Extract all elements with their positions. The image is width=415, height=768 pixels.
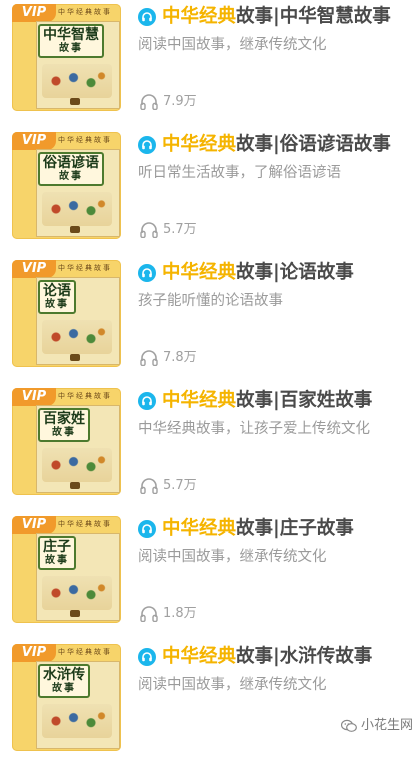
list-item[interactable]: VIP 中华经典故事 水浒传 故事 中华经典故事|水浒传故事 阅读中国故事，继承… (0, 640, 415, 768)
wechat-icon (341, 719, 357, 732)
item-title-brand: 中华经典 (162, 134, 237, 155)
cover-illustration (42, 192, 112, 226)
play-circle-icon[interactable] (138, 8, 156, 26)
item-title-brand: 中华经典 (162, 390, 237, 411)
item-title-brand: 中华经典 (162, 6, 237, 27)
item-title-rest: 故事|俗语谚语故事 (236, 134, 391, 155)
item-title[interactable]: 中华经典故事|俗语谚语故事 (162, 132, 391, 158)
book-cover[interactable]: VIP 中华经典故事 庄子 故事 (12, 516, 121, 623)
cover-title: 庄子 故事 (38, 536, 76, 570)
item-title-rest: 故事|庄子故事 (236, 518, 354, 539)
headphones-icon (140, 222, 158, 238)
cover-subtitle-text: 故事 (59, 43, 83, 54)
headphones-icon (140, 350, 158, 366)
cover-illustration (42, 704, 112, 738)
item-description: 阅读中国故事，继承传统文化 (138, 549, 327, 565)
watermark-text: 小花生网 (361, 718, 414, 733)
play-count-text: 7.8万 (163, 350, 197, 365)
item-title[interactable]: 中华经典故事|中华智慧故事 (162, 4, 391, 30)
item-title-rest: 故事|百家姓故事 (236, 390, 373, 411)
publisher-logo (70, 482, 80, 489)
cover-subtitle-text: 故事 (52, 427, 76, 438)
cover-subtitle-text: 故事 (52, 683, 76, 694)
list-item[interactable]: VIP 中华经典故事 俗语谚语 故事 中华经典故事|俗语谚语故事 听日常生活故事… (0, 128, 415, 256)
list-item[interactable]: VIP 中华经典故事 中华智慧 故事 中华经典故事|中华智慧故事 阅读中国故事，… (0, 0, 415, 128)
cover-series-text: 中华经典故事 (58, 8, 112, 16)
item-title-brand: 中华经典 (162, 518, 237, 539)
item-title[interactable]: 中华经典故事|庄子故事 (162, 516, 354, 542)
play-count-text: 7.9万 (163, 94, 197, 109)
item-title[interactable]: 中华经典故事|论语故事 (162, 260, 354, 286)
cover-illustration (42, 64, 112, 98)
item-description: 阅读中国故事，继承传统文化 (138, 677, 327, 693)
play-circle-icon[interactable] (138, 392, 156, 410)
vip-badge: VIP (12, 644, 56, 662)
play-count-text: 5.7万 (163, 478, 197, 493)
play-circle-icon[interactable] (138, 648, 156, 666)
item-title[interactable]: 中华经典故事|百家姓故事 (162, 388, 372, 414)
cover-series-text: 中华经典故事 (58, 264, 112, 272)
publisher-logo (70, 98, 80, 105)
item-description: 听日常生活故事，了解俗语谚语 (138, 165, 341, 181)
cover-title: 俗语谚语 故事 (38, 152, 104, 186)
cover-title: 中华智慧 故事 (38, 24, 104, 58)
publisher-logo (70, 354, 80, 361)
vip-badge: VIP (12, 516, 56, 534)
play-circle-icon[interactable] (138, 520, 156, 538)
headphones-icon (140, 94, 158, 110)
cover-illustration (42, 320, 112, 354)
cover-series-text: 中华经典故事 (58, 392, 112, 400)
list-item[interactable]: VIP 中华经典故事 庄子 故事 中华经典故事|庄子故事 阅读中国故事，继承传统… (0, 512, 415, 640)
cover-title-text: 中华智慧 (43, 27, 99, 43)
book-cover[interactable]: VIP 中华经典故事 论语 故事 (12, 260, 121, 367)
cover-series-text: 中华经典故事 (58, 136, 112, 144)
publisher-logo (70, 226, 80, 233)
cover-illustration (42, 576, 112, 610)
item-title-brand: 中华经典 (162, 646, 237, 667)
headphones-icon (140, 478, 158, 494)
cover-title-text: 庄子 (43, 539, 71, 555)
cover-subtitle-text: 故事 (59, 171, 83, 182)
cover-title: 论语 故事 (38, 280, 76, 314)
publisher-logo (70, 610, 80, 617)
vip-badge: VIP (12, 132, 56, 150)
book-cover[interactable]: VIP 中华经典故事 百家姓 故事 (12, 388, 121, 495)
cover-title: 水浒传 故事 (38, 664, 90, 698)
item-description: 中华经典故事，让孩子爱上传统文化 (138, 421, 370, 437)
vip-badge: VIP (12, 388, 56, 406)
vip-badge: VIP (12, 4, 56, 22)
item-title[interactable]: 中华经典故事|水浒传故事 (162, 644, 372, 670)
cover-title: 百家姓 故事 (38, 408, 90, 442)
cover-series-text: 中华经典故事 (58, 648, 112, 656)
book-cover[interactable]: VIP 中华经典故事 中华智慧 故事 (12, 4, 121, 111)
headphones-icon (140, 606, 158, 622)
list-item[interactable]: VIP 中华经典故事 百家姓 故事 中华经典故事|百家姓故事 中华经典故事，让孩… (0, 384, 415, 512)
cover-subtitle-text: 故事 (45, 299, 69, 310)
vip-badge: VIP (12, 260, 56, 278)
item-description: 阅读中国故事，继承传统文化 (138, 37, 327, 53)
book-cover[interactable]: VIP 中华经典故事 水浒传 故事 (12, 644, 121, 751)
list-item[interactable]: VIP 中华经典故事 论语 故事 中华经典故事|论语故事 孩子能听懂的论语故事 (0, 256, 415, 384)
play-circle-icon[interactable] (138, 264, 156, 282)
play-circle-icon[interactable] (138, 136, 156, 154)
book-cover[interactable]: VIP 中华经典故事 俗语谚语 故事 (12, 132, 121, 239)
cover-title-text: 水浒传 (43, 667, 85, 683)
item-title-rest: 故事|中华智慧故事 (236, 6, 391, 27)
play-count-text: 5.7万 (163, 222, 197, 237)
item-title-rest: 故事|论语故事 (236, 262, 354, 283)
play-count-text: 1.8万 (163, 606, 197, 621)
item-title-brand: 中华经典 (162, 262, 237, 283)
item-description: 孩子能听懂的论语故事 (138, 293, 283, 309)
cover-subtitle-text: 故事 (45, 555, 69, 566)
item-title-rest: 故事|水浒传故事 (236, 646, 373, 667)
cover-title-text: 俗语谚语 (43, 155, 99, 171)
cover-title-text: 论语 (43, 283, 71, 299)
cover-illustration (42, 448, 112, 482)
cover-title-text: 百家姓 (43, 411, 85, 427)
cover-series-text: 中华经典故事 (58, 520, 112, 528)
